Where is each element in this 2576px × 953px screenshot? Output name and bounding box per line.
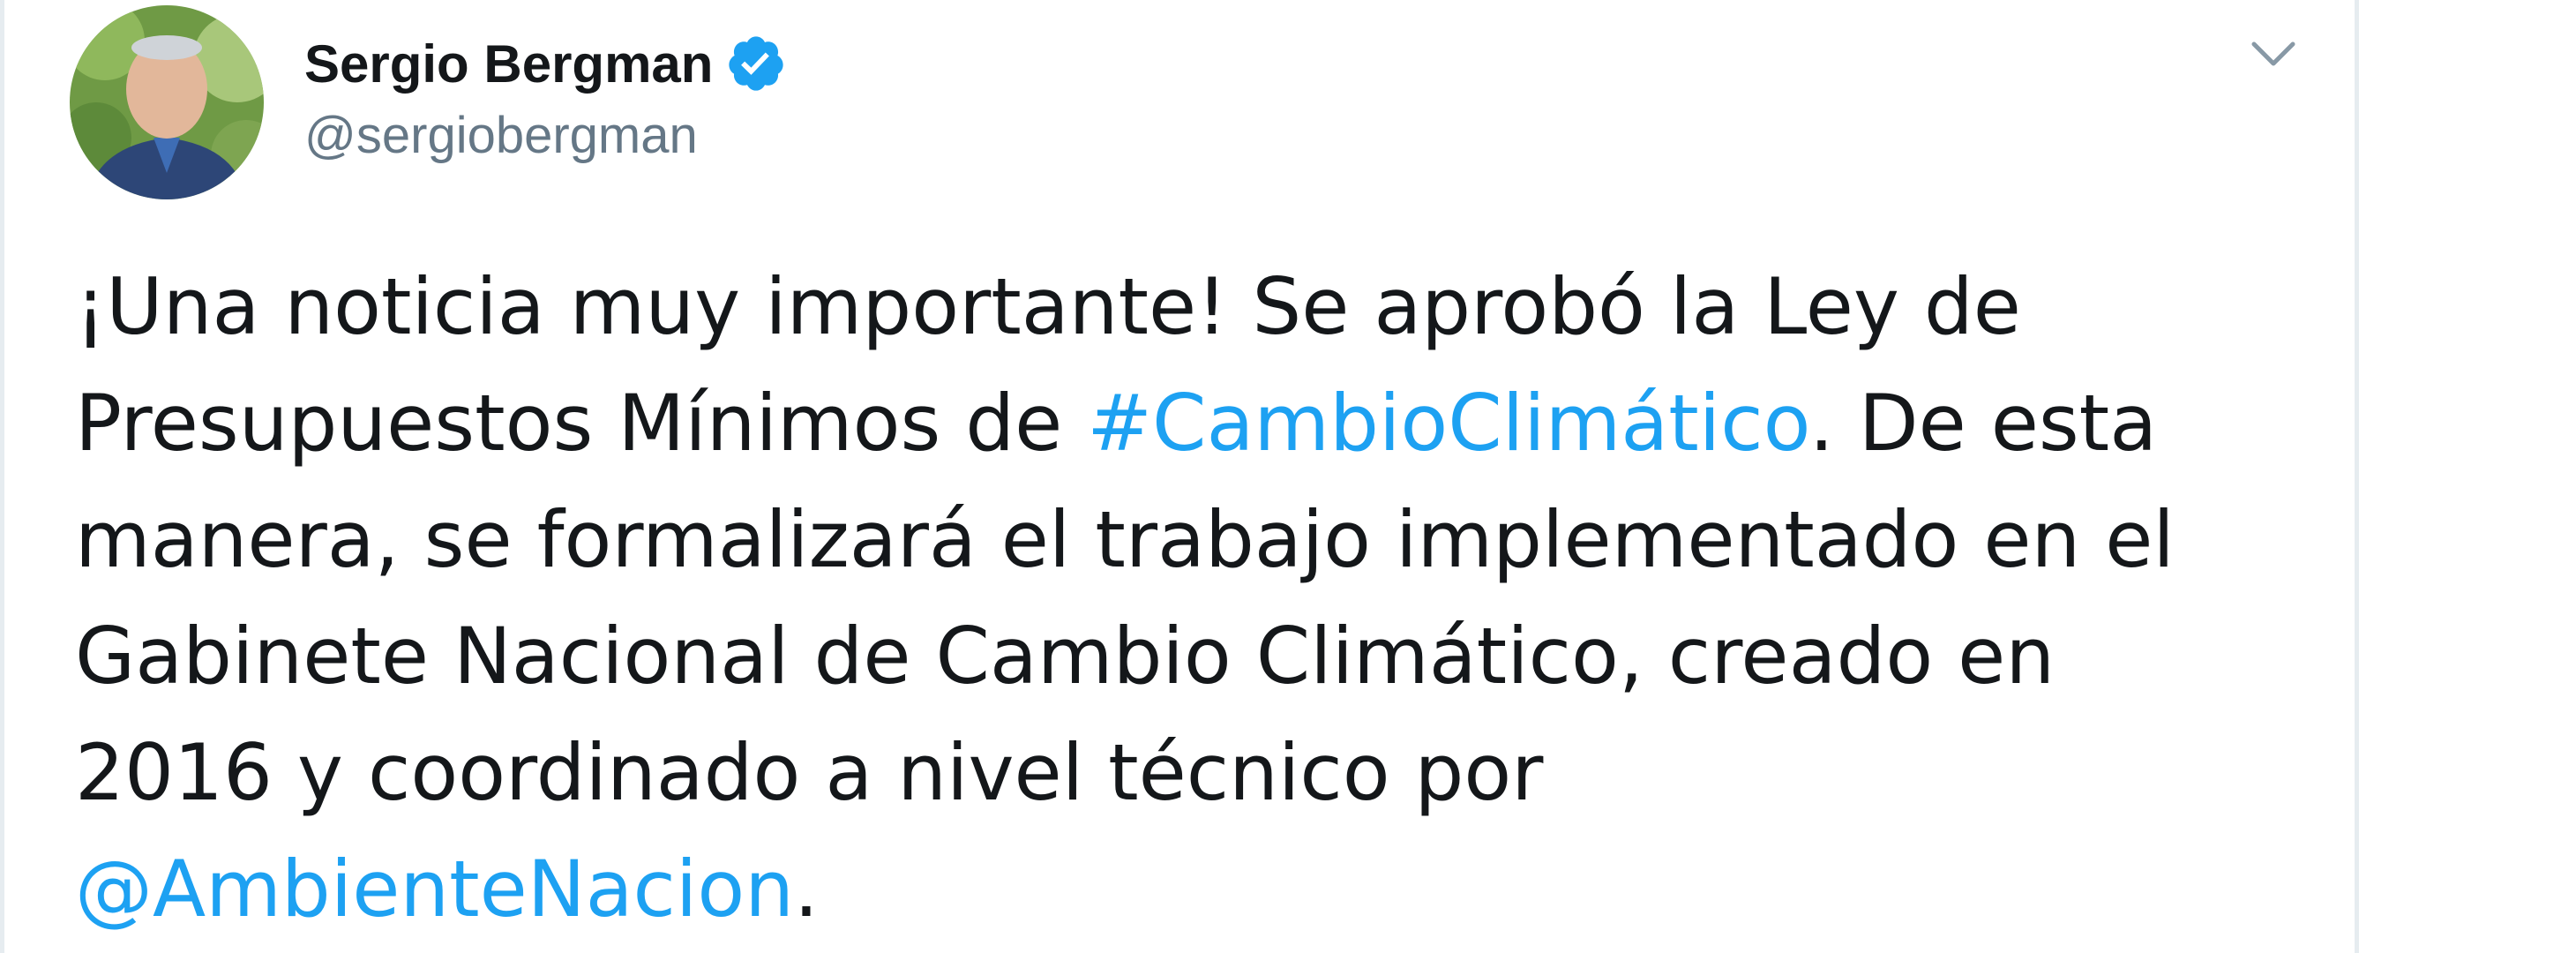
tweet-line-1: ¡Una noticia muy importante! Se aprobó l…: [75, 261, 2021, 352]
name-row: Sergio Bergman: [304, 26, 787, 101]
hashtag-link[interactable]: #CambioClimático: [1087, 378, 1809, 469]
tweet-period: .: [794, 844, 819, 934]
tweet-line-2-start: Presupuestos Mínimos de: [75, 378, 1088, 469]
chevron-down-icon[interactable]: [2245, 32, 2302, 76]
avatar-image: [70, 5, 264, 199]
tweet-line-4: Gabinete Nacional de Cambio Climático, c…: [75, 611, 2056, 702]
handle[interactable]: @sergiobergman: [304, 106, 787, 165]
tweet-card: Sergio Bergman @sergiobergman ¡Una notic…: [0, 0, 2359, 953]
display-name[interactable]: Sergio Bergman: [304, 34, 713, 94]
tweet-line-5: 2016 y coordinado a nivel técnico por: [75, 727, 1544, 818]
mention-link[interactable]: @AmbienteNacion: [75, 844, 794, 934]
tweet-line-3: manera, se formalizará el trabajo implem…: [75, 494, 2175, 585]
avatar[interactable]: [70, 5, 264, 199]
tweet-line-2-end: . De esta: [1808, 378, 2158, 469]
author-block: Sergio Bergman @sergiobergman: [304, 26, 787, 165]
tweet-text: ¡Una noticia muy importante! Se aprobó l…: [75, 249, 2245, 948]
verified-badge-icon: [729, 36, 784, 91]
